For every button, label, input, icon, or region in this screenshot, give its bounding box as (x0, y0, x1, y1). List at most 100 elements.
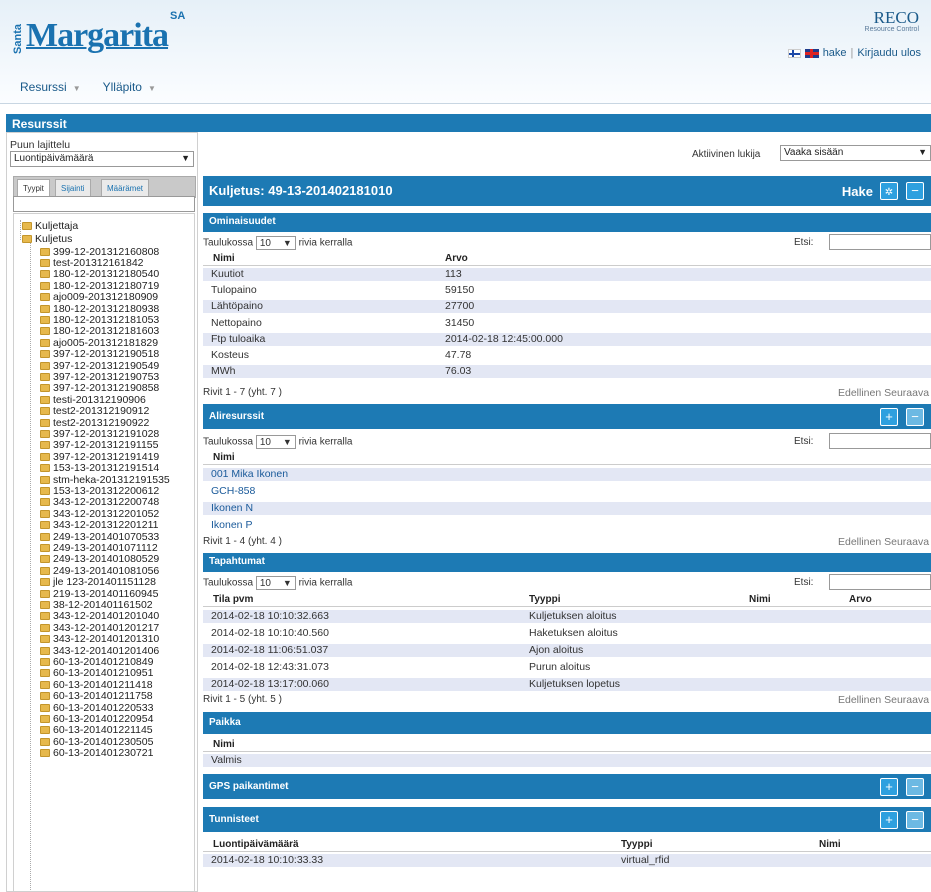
table-row[interactable]: Valmis (203, 754, 931, 767)
minimize-button[interactable]: − (906, 182, 924, 200)
length-select[interactable]: 10 ▼ (255, 435, 296, 449)
aliresurssit-header: Aliresurssit (203, 404, 931, 429)
table-row[interactable]: Ikonen P (203, 519, 931, 532)
folder-icon (40, 258, 50, 267)
table-row[interactable]: Ikonen N (203, 502, 931, 515)
remove-button[interactable]: − (906, 408, 924, 426)
next-link[interactable]: Seuraava (884, 694, 929, 706)
logout-link[interactable]: Kirjaudu ulos (857, 47, 921, 59)
length-select[interactable]: 10 ▼ (255, 236, 296, 250)
table-row[interactable]: 2014-02-18 13:17:00.060 Kuljetuksen lopet… (203, 678, 931, 691)
col-arvo[interactable]: Arvo (445, 253, 468, 264)
folder-icon (40, 657, 50, 666)
col-luontipaivamaara[interactable]: Luontipäivämäärä (213, 839, 299, 850)
table-cell: Ikonen P (211, 519, 253, 531)
remove-button[interactable]: − (906, 811, 924, 829)
tab-tyypit[interactable]: Tyypit (17, 179, 50, 197)
col-tila-pvm[interactable]: Tila pvm (213, 594, 253, 605)
add-button[interactable]: + (880, 811, 898, 829)
table-row[interactable]: Kosteus 47.78 (203, 349, 931, 362)
length-select[interactable]: 10 ▼ (255, 576, 296, 590)
search-input[interactable] (829, 234, 931, 250)
reader-label: Aktiivinen lukija (692, 149, 761, 160)
settings-button[interactable]: ✲ (880, 182, 898, 200)
menu-resurssi[interactable]: Resurssi ▼ (20, 80, 81, 94)
folder-icon (40, 429, 50, 438)
chevron-down-icon: ▼ (282, 578, 292, 588)
folder-icon (40, 521, 50, 530)
table-row[interactable]: 2014-02-18 10:10:33.33 virtual_rfid (203, 854, 931, 867)
tunnisteet-header: Tunnisteet (203, 807, 931, 832)
add-button[interactable]: + (880, 408, 898, 426)
table-row[interactable]: 2014-02-18 10:10:40.560 Haketuksen aloitu… (203, 627, 931, 640)
tree-filter-input[interactable] (13, 196, 195, 212)
tapahtumat-header: Tapahtumat (203, 553, 931, 572)
col-tyyppi[interactable]: Tyyppi (529, 594, 560, 605)
col-nimi[interactable]: Nimi (749, 594, 771, 605)
table-row[interactable]: Kuutiot 113 (203, 268, 931, 281)
folder-icon (40, 327, 50, 336)
resources-bar: Resurssit (6, 114, 931, 132)
main-menu: Resurssi ▼ Ylläpito ▼ (20, 80, 156, 94)
table-row[interactable]: Lähtöpaino 27700 (203, 300, 931, 314)
table-row[interactable]: 001 Mika Ikonen (203, 468, 931, 481)
resource-tree: Kuljettaja Kuljetus 399-12-201312160808 t… (13, 213, 195, 892)
next-link[interactable]: Seuraava (884, 387, 929, 399)
add-button[interactable]: + (880, 778, 898, 796)
col-nimi[interactable]: Nimi (213, 253, 235, 264)
english-flag-icon[interactable] (804, 48, 819, 58)
table-cell: 76.03 (445, 365, 472, 378)
minus-icon: − (911, 183, 919, 198)
folder-icon (40, 395, 50, 404)
tree-node-kuljettaja[interactable]: Kuljettaja (22, 219, 78, 232)
table-cell: 2014-02-18 10:10:32.663 (211, 610, 329, 622)
table-row[interactable]: Ftp tuloaika 2014-02-18 12:45:00.000 (203, 332, 931, 346)
chevron-down-icon: ▼ (147, 84, 156, 93)
folder-icon (40, 600, 50, 609)
tapahtumat-info: Rivit 1 - 5 (yht. 5 ) (203, 694, 282, 705)
folder-icon (22, 234, 32, 243)
folder-icon (40, 407, 50, 416)
table-row[interactable]: Nettopaino 31450 (203, 317, 931, 330)
tab-maaramet[interactable]: Määrämet (101, 179, 150, 197)
main-title-bar: Kuljetus: 49-13-201402181010 Hake (203, 176, 931, 206)
table-row[interactable]: Tulopaino 59150 (203, 284, 931, 297)
col-nimi[interactable]: Nimi (213, 739, 235, 750)
separator: | (850, 47, 854, 59)
next-link[interactable]: Seuraava (884, 536, 929, 548)
ominaisuudet-header: Ominaisuudet (203, 213, 931, 232)
finnish-flag-icon[interactable] (787, 48, 801, 58)
col-arvo[interactable]: Arvo (849, 594, 872, 605)
folder-icon (40, 566, 50, 575)
col-tyyppi[interactable]: Tyyppi (621, 839, 652, 850)
col-nimi[interactable]: Nimi (213, 452, 235, 463)
prev-link[interactable]: Edellinen (838, 694, 881, 706)
search-input[interactable] (829, 574, 931, 590)
prev-link[interactable]: Edellinen (838, 536, 881, 548)
search-input[interactable] (829, 433, 931, 449)
remove-button[interactable]: − (906, 778, 924, 796)
table-cell: Haketuksen aloitus (529, 627, 618, 639)
tunnisteet-col-headers: Luontipäivämäärä Tyyppi Nimi (203, 839, 931, 852)
table-row[interactable]: 2014-02-18 10:10:32.663 Kuljetuksen aloit… (203, 610, 931, 623)
col-nimi[interactable]: Nimi (819, 839, 841, 850)
prev-link[interactable]: Edellinen (838, 387, 881, 399)
table-cell: 2014-02-18 13:17:00.060 (211, 678, 329, 690)
header-links: hake | Kirjaudu ulos (787, 47, 921, 59)
pager: Edellinen Seuraava (838, 387, 929, 399)
table-row[interactable]: MWh 76.03 (203, 365, 931, 379)
table-cell: Lähtöpaino (211, 300, 263, 313)
table-row[interactable]: 2014-02-18 12:43:31.073 Purun aloitus (203, 661, 931, 674)
tree-sort-select[interactable]: Luontipäivämäärä ▼ (10, 151, 194, 167)
tree-node-kuljetus[interactable]: Kuljetus (22, 232, 72, 245)
reader-select[interactable]: Vaaka sisään ▼ (780, 145, 931, 161)
table-row[interactable]: 2014-02-18 11:06:51.037 Ajon aloitus (203, 644, 931, 657)
menu-yllapito[interactable]: Ylläpito ▼ (103, 80, 156, 94)
logo[interactable]: Santa Margarita SA (12, 10, 185, 54)
tree-node-item[interactable]: 60-13-201401230721 (40, 747, 153, 760)
hake-link[interactable]: hake (823, 47, 847, 59)
tab-sijainti[interactable]: Sijainti (55, 179, 91, 197)
table-row[interactable]: GCH-858 (203, 485, 931, 498)
plus-icon: + (885, 812, 893, 827)
folder-icon (40, 532, 50, 541)
